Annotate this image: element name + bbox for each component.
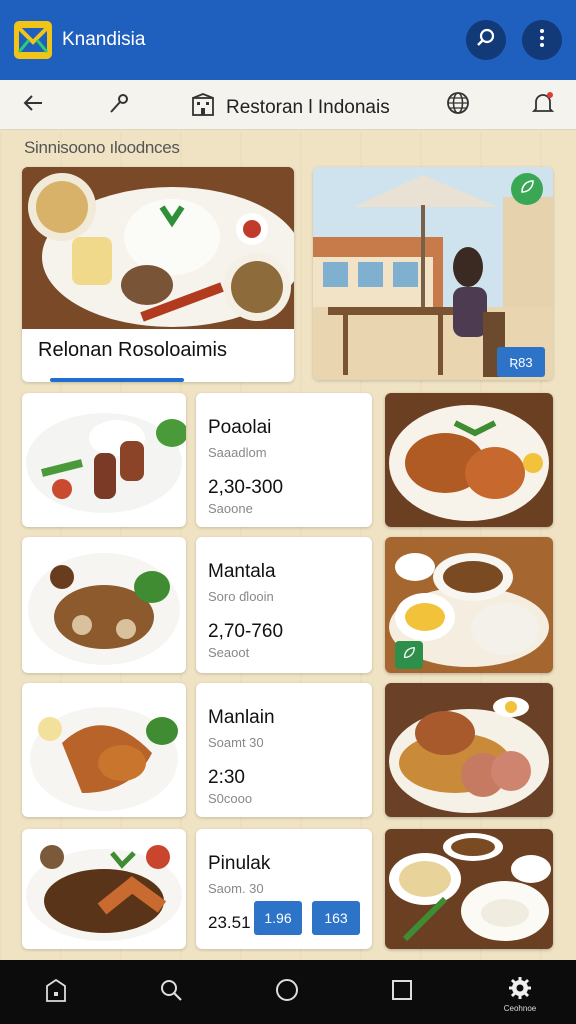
dish-subtitle: Soro ɗlooin — [208, 589, 274, 604]
leaf-badge[interactable] — [395, 641, 423, 669]
dish-note: Saoone — [208, 501, 253, 516]
dish-note: Seaoot — [208, 645, 250, 660]
logo-icon[interactable] — [14, 21, 52, 59]
dish-image — [26, 413, 186, 513]
notifications-button[interactable] — [530, 90, 556, 121]
nav-search-button[interactable] — [155, 976, 187, 1008]
dish-photo-image — [385, 829, 553, 949]
toolbar: Restoran l Indonais — [0, 80, 576, 130]
price-chip[interactable]: 163 — [312, 901, 360, 935]
dish-note: S0cooo — [208, 791, 253, 806]
price-chip[interactable]: 1.96 — [254, 901, 302, 935]
featured-image — [22, 167, 294, 329]
leaf-icon — [519, 179, 535, 200]
dish-price: 23.51 — [208, 913, 251, 932]
dish-photo-image — [385, 683, 553, 817]
bottom-nav — [0, 960, 576, 1024]
dish-image-card[interactable] — [22, 393, 186, 527]
featured-card[interactable]: Relonan Rosoloaimis — [22, 167, 294, 382]
bell-icon — [530, 90, 556, 121]
back-button[interactable] — [20, 92, 46, 118]
language-button[interactable] — [445, 90, 471, 121]
search-button[interactable] — [466, 20, 506, 60]
page-title: Restoran l Indonais — [226, 97, 390, 118]
dish-image-card[interactable] — [22, 829, 186, 949]
search-icon — [475, 27, 497, 54]
dish-photo[interactable] — [385, 683, 553, 817]
nav-settings-button[interactable] — [504, 974, 536, 1006]
more-options-button[interactable] — [522, 20, 562, 60]
search-icon — [158, 977, 184, 1008]
back-icon — [21, 91, 45, 120]
dish-price: 2:30 — [208, 767, 245, 788]
dish-image-card[interactable] — [22, 537, 186, 673]
toolbar-title-group: Restoran l Indonais — [190, 92, 390, 124]
nav-settings-label: Ceohnoe — [503, 1004, 537, 1013]
nav-home-button[interactable] — [40, 976, 72, 1008]
dish-price: 2,30-300 — [208, 477, 284, 498]
dish-subtitle: Saaadlom — [208, 445, 267, 460]
featured-label: Relonan Rosoloaimis — [38, 339, 227, 361]
globe-icon — [445, 90, 471, 121]
dish-name: Mantala — [208, 561, 276, 582]
nav-square-button[interactable] — [386, 976, 418, 1008]
dish-info-card[interactable]: Pinulak Saom. 30 23.51 1.96 163 — [196, 829, 372, 949]
featured-badge[interactable]: Ʀ83 — [497, 347, 545, 377]
home-icon — [43, 977, 69, 1008]
leaf-icon — [402, 646, 416, 665]
nav-circle-button[interactable] — [271, 976, 303, 1008]
dish-image — [26, 845, 182, 941]
circle-icon — [274, 977, 300, 1008]
leaf-badge[interactable] — [511, 173, 543, 205]
dish-image-card[interactable] — [22, 683, 186, 817]
section-heading: Sinnisoono ıloodnces — [24, 138, 180, 157]
dish-subtitle: Soamt 30 — [208, 735, 264, 750]
app-title: Knandisia — [62, 29, 146, 50]
dish-info-card[interactable]: Poaolai Saaadlom 2,30-300 Saoone — [196, 393, 372, 527]
dish-name: Manlain — [208, 707, 275, 728]
wand-icon — [107, 91, 131, 120]
app-bar: Knandisia — [0, 0, 576, 80]
tool-button[interactable] — [106, 92, 132, 118]
dish-image — [28, 553, 180, 665]
more-vert-icon — [539, 28, 545, 53]
dish-name: Pinulak — [208, 853, 271, 874]
dish-price: 2,70-760 — [208, 621, 284, 642]
dish-photo[interactable] — [385, 393, 553, 527]
dish-photo-image — [385, 393, 553, 527]
featured-indicator — [50, 378, 184, 382]
dish-name: Poaolai — [208, 417, 272, 438]
dish-info-card[interactable]: Manlain Soamt 30 2:30 S0cooo — [196, 683, 372, 817]
dish-image — [30, 707, 178, 811]
dish-info-card[interactable]: Mantala Soro ɗlooin 2,70-760 Seaoot — [196, 537, 372, 673]
square-icon — [390, 978, 414, 1007]
building-icon — [190, 92, 216, 124]
restaurant-scene-card[interactable]: Ʀ83 — [313, 167, 553, 380]
dish-subtitle: Saom. 30 — [208, 881, 264, 896]
gear-icon — [507, 975, 533, 1006]
dish-photo[interactable] — [385, 537, 553, 673]
dish-photo[interactable] — [385, 829, 553, 949]
